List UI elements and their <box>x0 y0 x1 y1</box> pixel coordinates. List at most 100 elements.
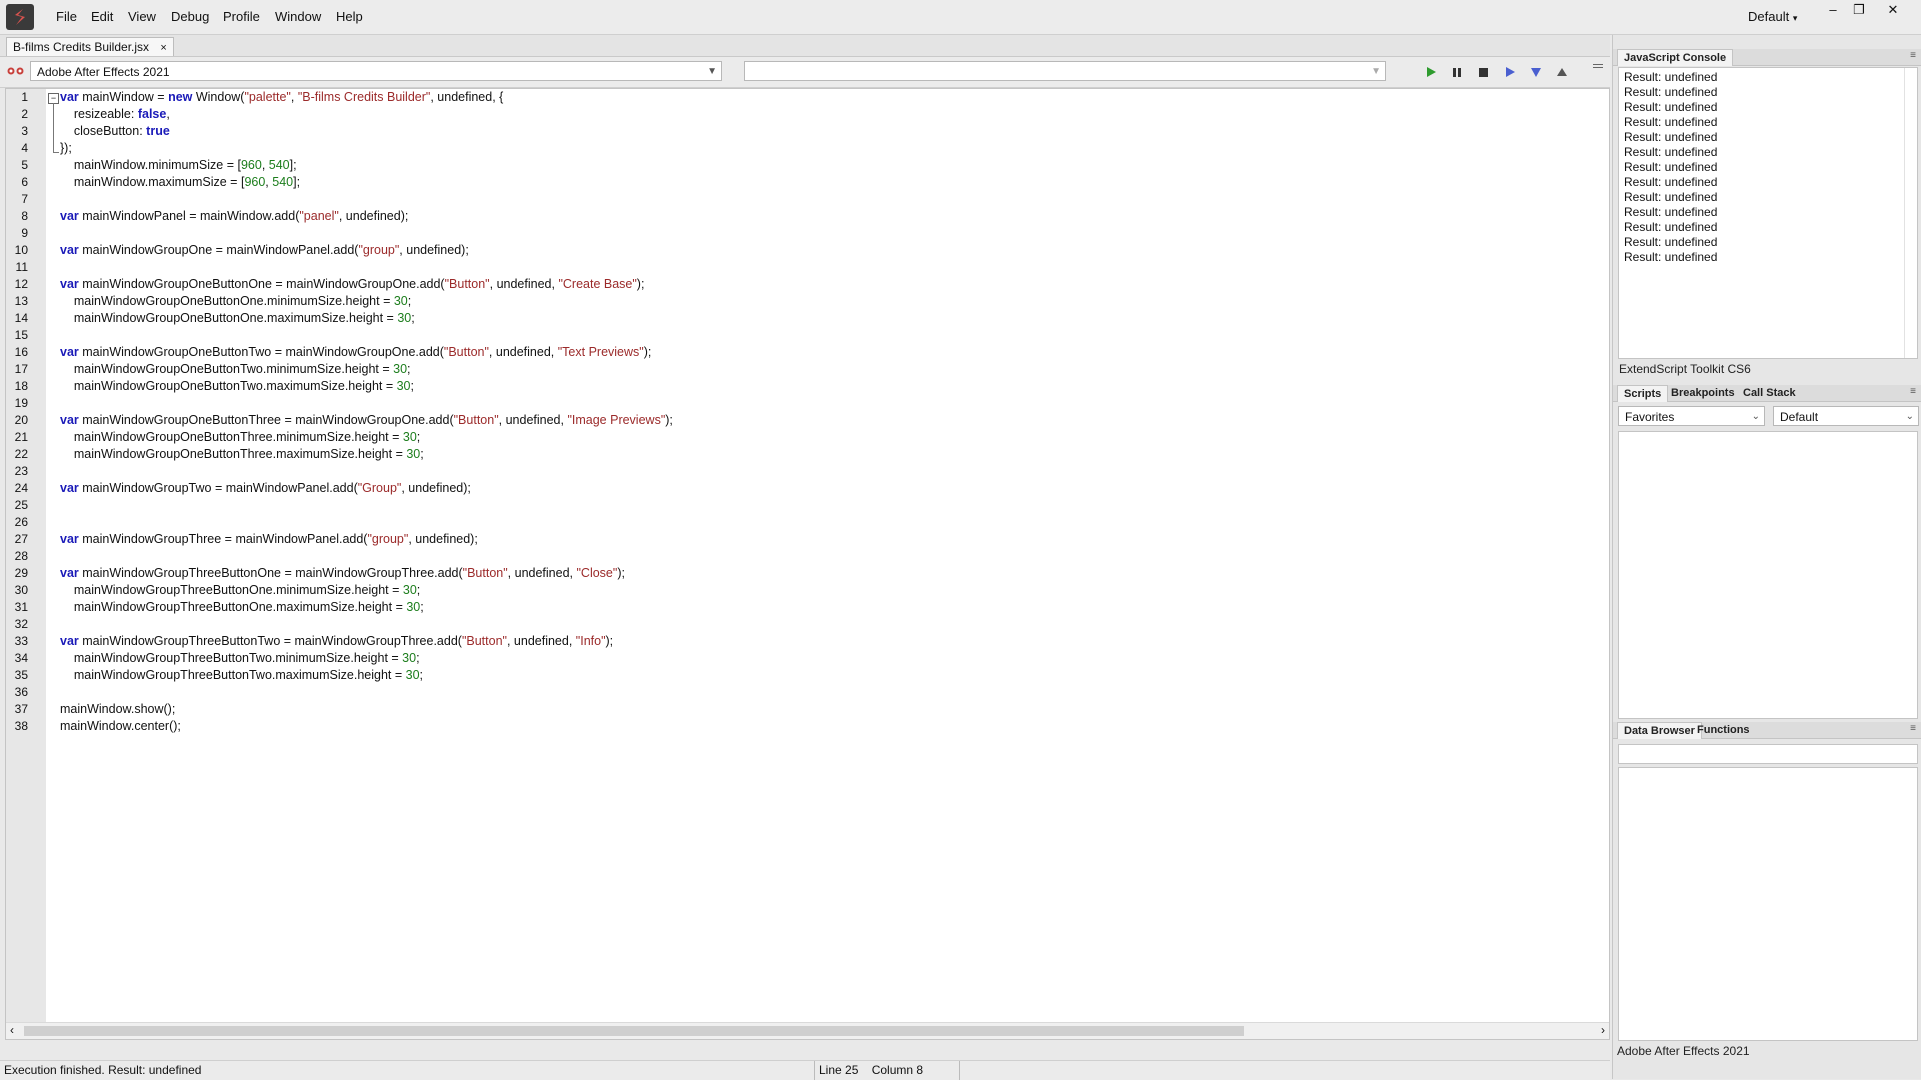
code-line[interactable]: var mainWindowGroupTwo = mainWindowPanel… <box>60 480 471 497</box>
line-number: 19 <box>14 396 28 410</box>
code-line[interactable]: mainWindow.center(); <box>60 718 181 735</box>
code-line[interactable]: closeButton: true <box>60 123 170 140</box>
engine-dropdown[interactable]: ▼ <box>744 61 1386 81</box>
code-line[interactable]: var mainWindowGroupThreeButtonOne = main… <box>60 565 625 582</box>
code-line[interactable]: var mainWindowGroupThreeButtonTwo = main… <box>60 633 613 650</box>
code-line[interactable]: mainWindow.maximumSize = [960, 540]; <box>60 174 300 191</box>
horizontal-scrollbar[interactable]: ‹ › <box>6 1022 1609 1039</box>
code-line[interactable]: var mainWindowGroupOneButtonTwo = mainWi… <box>60 344 651 361</box>
target-link-icon[interactable] <box>7 66 25 76</box>
code-line[interactable]: mainWindowGroupThreeButtonTwo.maximumSiz… <box>60 667 423 684</box>
line-number: 6 <box>21 175 28 189</box>
restore-button[interactable]: ❐ <box>1846 2 1872 18</box>
menu-file[interactable]: File <box>56 9 77 24</box>
panel-menu-icon[interactable]: ≡ <box>1910 50 1916 61</box>
tab-javascript-console[interactable]: JavaScript Console <box>1617 49 1734 66</box>
data-browser-list[interactable] <box>1618 767 1918 1041</box>
menu-debug[interactable]: Debug <box>171 9 209 24</box>
tab-call-stack[interactable]: Call Stack <box>1737 385 1802 401</box>
vertical-scrollbar[interactable] <box>1904 68 1917 358</box>
code-string: "Button" <box>462 566 508 580</box>
code-number: 30 <box>393 362 408 376</box>
code-text: mainWindowGroupThree = mainWindowPanel.a… <box>78 532 368 546</box>
line-number: 3 <box>21 124 28 138</box>
tab-scripts[interactable]: Scripts <box>1617 385 1669 402</box>
code-line[interactable]: var mainWindowGroupThree = mainWindowPan… <box>60 531 478 548</box>
scripts-list[interactable] <box>1618 431 1918 719</box>
code-line[interactable]: resizeable: false, <box>60 106 170 123</box>
code-line[interactable]: mainWindowGroupOneButtonTwo.maximumSize.… <box>60 378 414 395</box>
code-string: "Button" <box>443 345 489 359</box>
cursor-column: Column 8 <box>871 1063 924 1077</box>
fold-column <box>46 89 64 1039</box>
code-text: mainWindowGroupOne = mainWindowPanel.add… <box>78 243 359 257</box>
run-icon[interactable] <box>1423 64 1439 80</box>
code-line[interactable]: mainWindowGroupOneButtonTwo.minimumSize.… <box>60 361 411 378</box>
code-line[interactable]: mainWindowGroupThreeButtonTwo.minimumSiz… <box>60 650 420 667</box>
code-number: 540 <box>268 158 290 172</box>
code-line[interactable]: var mainWindow = new Window("palette", "… <box>60 89 503 106</box>
code-line[interactable]: var mainWindowPanel = mainWindow.add("pa… <box>60 208 408 225</box>
code-number: 30 <box>406 600 421 614</box>
document-tab-strip: B-films Credits Builder.jsx × <box>0 35 1610 57</box>
stop-icon[interactable] <box>1475 64 1491 80</box>
document-tab[interactable]: B-films Credits Builder.jsx × <box>6 37 174 56</box>
panel-menu-icon[interactable]: ≡ <box>1910 723 1916 734</box>
code-line[interactable]: mainWindowGroupOneButtonOne.minimumSize.… <box>60 293 411 310</box>
code-text: ; <box>410 379 414 393</box>
panel-menu-icon[interactable] <box>1590 59 1606 75</box>
panel-menu-icon[interactable]: ≡ <box>1910 386 1916 397</box>
pause-icon[interactable] <box>1449 64 1465 80</box>
code-text: mainWindowGroupOneButtonOne = mainWindow… <box>78 277 445 291</box>
code-line[interactable]: mainWindowGroupThreeButtonOne.maximumSiz… <box>60 599 424 616</box>
code-line[interactable]: var mainWindowGroupOneButtonThree = main… <box>60 412 673 429</box>
data-browser-filter-input[interactable] <box>1618 744 1918 764</box>
code-keyword: var <box>60 243 79 257</box>
tab-data-browser[interactable]: Data Browser <box>1617 722 1702 739</box>
code-line[interactable]: var mainWindowGroupOne = mainWindowPanel… <box>60 242 469 259</box>
code-text: mainWindowGroupOneButtonThree = mainWind… <box>78 413 454 427</box>
step-out-icon[interactable] <box>1554 64 1570 80</box>
code-keyword: var <box>60 90 79 104</box>
code-text: mainWindowGroupTwo = mainWindowPanel.add… <box>78 481 358 495</box>
code-text: , undefined, { <box>430 90 504 104</box>
code-string: "Image Previews" <box>567 413 666 427</box>
line-number: 25 <box>14 498 28 512</box>
close-tab-icon[interactable]: × <box>160 42 166 54</box>
code-string: "Button" <box>461 634 507 648</box>
workspace-dropdown[interactable]: Default ▾ <box>1748 9 1797 24</box>
code-text: mainWindowGroupOneButtonThree.minimumSiz… <box>60 430 403 444</box>
code-text: mainWindow.minimumSize = [ <box>60 158 241 172</box>
tab-functions[interactable]: Functions <box>1691 722 1756 738</box>
code-line[interactable]: var mainWindowGroupOneButtonOne = mainWi… <box>60 276 644 293</box>
code-line[interactable]: mainWindowGroupOneButtonThree.minimumSiz… <box>60 429 420 446</box>
step-into-icon[interactable] <box>1528 64 1544 80</box>
code-editor[interactable]: 1 2 3 4 5 6 7 8 9 10 11 12 13 14 15 16 17 18 19 20 21 22 23 24 2… <box>5 88 1610 1040</box>
scroll-left-icon[interactable]: ‹ <box>10 1023 14 1037</box>
code-keyword: var <box>60 413 79 427</box>
step-over-icon[interactable] <box>1502 64 1518 80</box>
menu-help[interactable]: Help <box>336 9 363 24</box>
scroll-right-icon[interactable]: › <box>1601 1023 1605 1037</box>
code-keyword: var <box>60 566 79 580</box>
default-dropdown[interactable]: Default ⌄ <box>1773 406 1919 426</box>
menu-profile[interactable]: Profile <box>223 9 260 24</box>
code-line[interactable]: mainWindowGroupThreeButtonOne.minimumSiz… <box>60 582 420 599</box>
code-text: resizeable: <box>60 107 138 121</box>
code-line[interactable]: mainWindow.show(); <box>60 701 175 718</box>
minimize-button[interactable]: – <box>1820 2 1846 18</box>
tab-breakpoints[interactable]: Breakpoints <box>1665 385 1741 401</box>
menu-edit[interactable]: Edit <box>91 9 113 24</box>
menu-view[interactable]: View <box>128 9 156 24</box>
target-application-dropdown[interactable]: Adobe After Effects 2021 ▼ <box>30 61 722 81</box>
javascript-console[interactable]: Result: undefined Result: undefined Result… <box>1618 67 1918 359</box>
code-line[interactable]: mainWindow.minimumSize = [960, 540]; <box>60 157 297 174</box>
scrollbar-thumb[interactable] <box>24 1026 1244 1036</box>
code-line[interactable]: mainWindowGroupOneButtonOne.maximumSize.… <box>60 310 415 327</box>
code-text: mainWindowGroupThreeButtonTwo = mainWind… <box>78 634 462 648</box>
close-window-button[interactable]: ✕ <box>1880 2 1906 18</box>
favorites-dropdown[interactable]: Favorites ⌄ <box>1618 406 1765 426</box>
menu-window[interactable]: Window <box>275 9 321 24</box>
code-line[interactable]: mainWindowGroupOneButtonThree.maximumSiz… <box>60 446 424 463</box>
code-line[interactable]: }); <box>60 140 72 157</box>
